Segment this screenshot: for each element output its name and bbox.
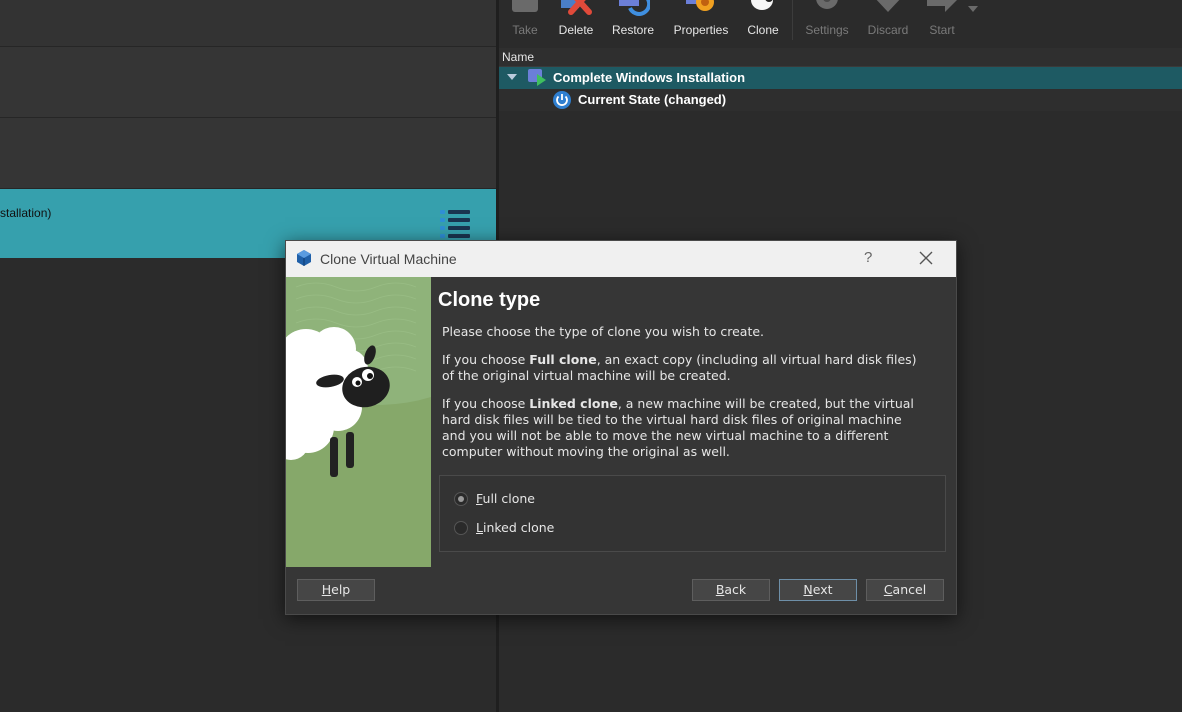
current-state-label: Current State (changed) <box>578 92 727 107</box>
restore-snapshot-icon <box>619 0 650 16</box>
radio-indicator[interactable] <box>454 521 468 535</box>
clone-vm-dialog: Clone Virtual Machine ? Clone type Pleas… <box>285 240 957 615</box>
back-button[interactable]: Back <box>692 579 770 601</box>
vm-list-row[interactable] <box>0 118 496 189</box>
delete-snapshot-icon <box>561 0 592 15</box>
start-dropdown-chevron-icon[interactable] <box>968 6 978 12</box>
full-clone-description: If you choose Full clone, an exact copy … <box>442 352 917 383</box>
context-help-button[interactable]: ? <box>864 249 872 266</box>
help-button[interactable]: Help <box>297 579 375 601</box>
snapshot-icon <box>528 69 546 86</box>
take-snapshot-button[interactable]: Take <box>507 0 543 46</box>
discard-button[interactable]: Discard <box>863 0 913 46</box>
wizard-sheep-illustration <box>286 277 431 567</box>
next-button[interactable]: Next <box>779 579 857 601</box>
vm-list-row[interactable] <box>0 0 496 47</box>
expand-arrow-icon[interactable] <box>507 74 517 80</box>
take-snapshot-icon <box>512 0 538 12</box>
linked-clone-description: If you choose Linked clone, a new machin… <box>442 396 914 459</box>
dialog-button-bar: Help Back Next Cancel <box>286 567 956 614</box>
close-icon[interactable] <box>916 248 936 268</box>
vm-list-row[interactable] <box>0 47 496 118</box>
power-icon <box>553 91 571 109</box>
dialog-titlebar[interactable]: Clone Virtual Machine ? <box>286 241 956 277</box>
settings-icon <box>816 0 838 9</box>
properties-icon <box>686 0 714 11</box>
delete-snapshot-button[interactable]: Delete <box>554 0 598 46</box>
settings-button[interactable]: Settings <box>801 0 853 46</box>
snapshot-label: Complete Windows Installation <box>553 70 746 85</box>
vm-name-label: stallation) <box>0 206 52 220</box>
discard-icon <box>876 0 900 12</box>
start-button[interactable]: Start <box>923 0 961 46</box>
radio-indicator[interactable] <box>454 492 468 506</box>
linked-clone-label: Linked clone <box>476 520 555 535</box>
snapshot-tree-header[interactable]: Name <box>499 48 1182 67</box>
clone-type-group: Full clone Linked clone <box>439 475 946 552</box>
snapshot-tree-row[interactable]: Complete Windows Installation <box>499 67 1182 89</box>
intro-text: Please choose the type of clone you wish… <box>442 324 765 339</box>
toolbar-separator <box>792 0 793 40</box>
page-title: Clone type <box>438 289 541 311</box>
wizard-page: Clone type Please choose the type of clo… <box>431 277 956 567</box>
full-clone-label: Full clone <box>476 491 535 506</box>
clone-button[interactable]: Clone <box>743 0 783 46</box>
restore-snapshot-button[interactable]: Restore <box>607 0 659 46</box>
clone-icon <box>751 0 773 10</box>
machine-tools-menu-icon[interactable] <box>440 210 470 238</box>
virtualbox-logo-icon <box>297 250 311 266</box>
snapshot-tree-row[interactable]: Current State (changed) <box>499 89 1182 111</box>
properties-button[interactable]: Properties <box>669 0 733 46</box>
name-column-header: Name <box>502 50 535 64</box>
start-icon <box>927 0 957 12</box>
cancel-button[interactable]: Cancel <box>866 579 944 601</box>
snapshot-toolbar: Take Delete Restore Properties Clone Set… <box>499 0 1182 46</box>
dialog-title: Clone Virtual Machine <box>320 251 457 267</box>
